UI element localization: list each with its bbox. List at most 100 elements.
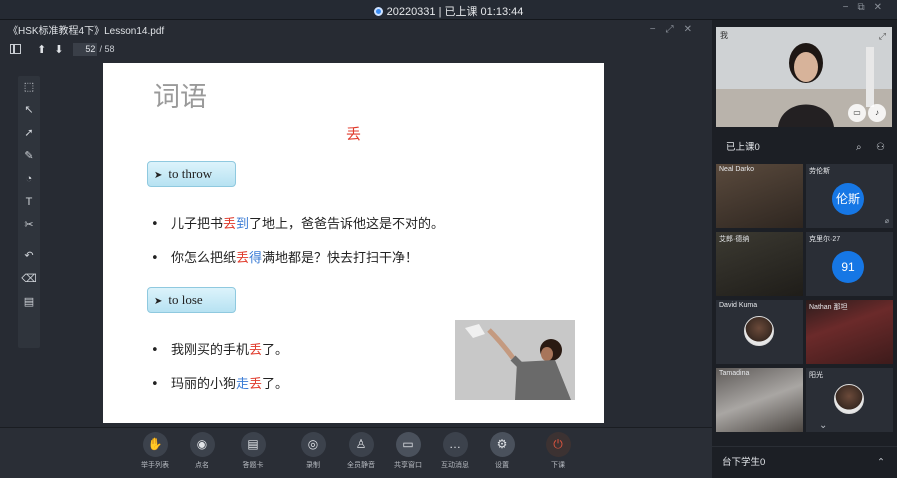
sentence-text: 我刚买的手机	[171, 343, 250, 358]
student-name: 艾郎·德纳	[719, 236, 750, 243]
arrow-bullet-icon: ➤	[154, 170, 163, 181]
student-tile[interactable]: Nathan 那坦	[806, 300, 893, 364]
bullet: •	[151, 377, 159, 392]
avatar: 91	[832, 251, 864, 283]
highlight-word: 丢	[249, 343, 263, 358]
answer-card-icon: ▤	[240, 432, 266, 457]
slide-title: 词语	[153, 82, 207, 113]
hand-icon: ✋	[142, 432, 168, 457]
answer-card-button[interactable]: ▤ 答题卡	[227, 432, 279, 470]
scissors-icon[interactable]: ✂	[18, 214, 40, 237]
woman-throwing-paper-illustration	[455, 320, 575, 400]
bullet: •	[151, 343, 159, 358]
highlight-complement: 走	[236, 377, 250, 392]
student-tile[interactable]: 劳伦斯 伦斯 ⌀	[806, 164, 893, 228]
share-window-button[interactable]: ▭ 共享窗口	[382, 432, 434, 470]
student-name: David Kuma	[719, 302, 758, 309]
student-tile[interactable]: David Kuma	[716, 300, 803, 364]
shapes-icon[interactable]: ◔	[18, 168, 40, 191]
offstage-students-bar[interactable]: 台下学生0 ⌃	[712, 446, 897, 478]
record-icon: ◎	[300, 432, 326, 457]
expand-icon[interactable]: ⤢	[879, 31, 886, 42]
button-label: 互动消息	[441, 462, 469, 469]
teacher-video[interactable]: 我 ⤢ ▭ ♪	[716, 27, 892, 127]
student-name: Nathan 那坦	[809, 304, 848, 311]
recording-icon	[373, 7, 383, 16]
pdf-close-button[interactable]: ✕	[684, 24, 702, 35]
button-label: 设置	[495, 462, 509, 469]
restore-button[interactable]: ⧉	[857, 2, 873, 13]
student-tile[interactable]: 艾郎·德纳	[716, 232, 803, 296]
page-total: / 58	[99, 44, 115, 54]
prev-page-button[interactable]: ⬆	[37, 43, 46, 56]
chevron-down-icon[interactable]: ⌄	[819, 420, 827, 431]
meaning-box-throw: ➤ to throw	[147, 161, 236, 187]
highlight-word: 丢	[236, 251, 250, 266]
cursor-icon[interactable]: ➚	[18, 122, 40, 145]
end-class-button[interactable]: ⏻ 下课	[532, 432, 584, 470]
button-label: 举手列表	[141, 462, 169, 469]
avatar	[744, 316, 774, 346]
gear-icon: ⚙	[489, 432, 515, 457]
eraser-icon[interactable]: ⌫	[18, 268, 40, 291]
user-icon[interactable]: ⚇	[876, 138, 885, 158]
highlight-complement: 到	[236, 217, 250, 232]
sentence-text: 满地都是？快去打扫干净！	[262, 251, 419, 266]
next-page-button[interactable]: ⬇	[54, 43, 63, 56]
toolbox-icon[interactable]: ▤	[18, 291, 40, 314]
highlight-word: 丢	[249, 377, 263, 392]
microphone-icon[interactable]: ♪	[868, 104, 886, 122]
student-name: 劳伦斯	[809, 168, 830, 175]
pen-icon[interactable]: ✎	[18, 145, 40, 168]
sentence-text: 玛丽的小狗	[171, 377, 237, 392]
student-tile[interactable]: Tamadina	[716, 368, 803, 432]
location-icon: ◉	[189, 432, 215, 457]
meaning-box-lose: ➤ to lose	[147, 287, 236, 313]
record-button[interactable]: ◎ 录制	[287, 432, 339, 470]
text-icon[interactable]: T	[18, 191, 40, 214]
student-tile[interactable]: 克里尔·27 91	[806, 232, 893, 296]
chevron-up-icon[interactable]: ⌃	[877, 447, 885, 478]
pdf-page: 词语 丢 ➤ to throw • 儿子把书丢到了地上，爸爸告诉他这是不对的。 • 你…	[103, 63, 604, 423]
page-number-input[interactable]: 52	[73, 42, 98, 56]
minimize-button[interactable]: −	[843, 2, 858, 13]
bullet: •	[151, 251, 159, 266]
session-time: 20220331 | 已上课 01:13:44	[386, 6, 524, 18]
student-tile[interactable]: Neal Darko	[716, 164, 803, 228]
window-controls: −⧉✕	[843, 2, 891, 13]
pdf-maximize-button[interactable]: ⤢	[666, 24, 684, 35]
share-screen-icon: ▭	[395, 432, 421, 457]
undo-icon[interactable]: ↶	[18, 245, 40, 268]
self-label: 我	[720, 31, 728, 40]
sidebar-toggle-icon[interactable]	[10, 44, 21, 54]
annotation-toolbar: ⬚ ↖ ➚ ✎ ◔ T ✂ ↶ ⌫ ▤	[18, 76, 40, 348]
student-name: Neal Darko	[719, 166, 755, 173]
pdf-minimize-button[interactable]: −	[650, 24, 666, 35]
pdf-window-controls: −⤢✕	[650, 24, 702, 35]
avatar: 伦斯	[832, 183, 864, 215]
close-button[interactable]: ✕	[874, 2, 891, 13]
laser-pointer-icon[interactable]: ↖	[18, 99, 40, 122]
mute-all-icon: ♙	[348, 432, 374, 457]
search-icon[interactable]: ⌕	[856, 138, 862, 158]
title-bar: 20220331 | 已上课 01:13:44 −⧉✕	[0, 0, 897, 20]
select-area-icon[interactable]: ⬚	[18, 76, 40, 99]
sentence-text: 了地上，爸爸告诉他这是不对的。	[249, 217, 445, 232]
interactive-messages-button[interactable]: … 互动消息	[429, 432, 481, 470]
slide-illustration	[455, 320, 575, 400]
camera-controls: ▭ ♪	[846, 102, 886, 122]
sentence-text: 儿子把书	[171, 217, 224, 232]
offstage-count: 台下学生0	[722, 457, 766, 468]
settings-button[interactable]: ⚙ 设置	[476, 432, 528, 470]
mute-all-button[interactable]: ♙ 全员静音	[335, 432, 387, 470]
button-label: 录制	[306, 462, 320, 469]
roll-call-button[interactable]: ◉ 点名	[176, 432, 228, 470]
sentence-text: 了。	[262, 343, 289, 358]
button-label: 全员静音	[347, 462, 375, 469]
example-sentence-3: • 我刚买的手机丢了。	[151, 339, 288, 358]
example-sentence-1: • 儿子把书丢到了地上，爸爸告诉他这是不对的。	[151, 213, 444, 232]
bullet: •	[151, 217, 159, 232]
button-label: 答题卡	[242, 462, 264, 469]
raise-hand-list-button[interactable]: ✋ 举手列表	[129, 432, 181, 470]
camera-icon[interactable]: ▭	[848, 104, 866, 122]
